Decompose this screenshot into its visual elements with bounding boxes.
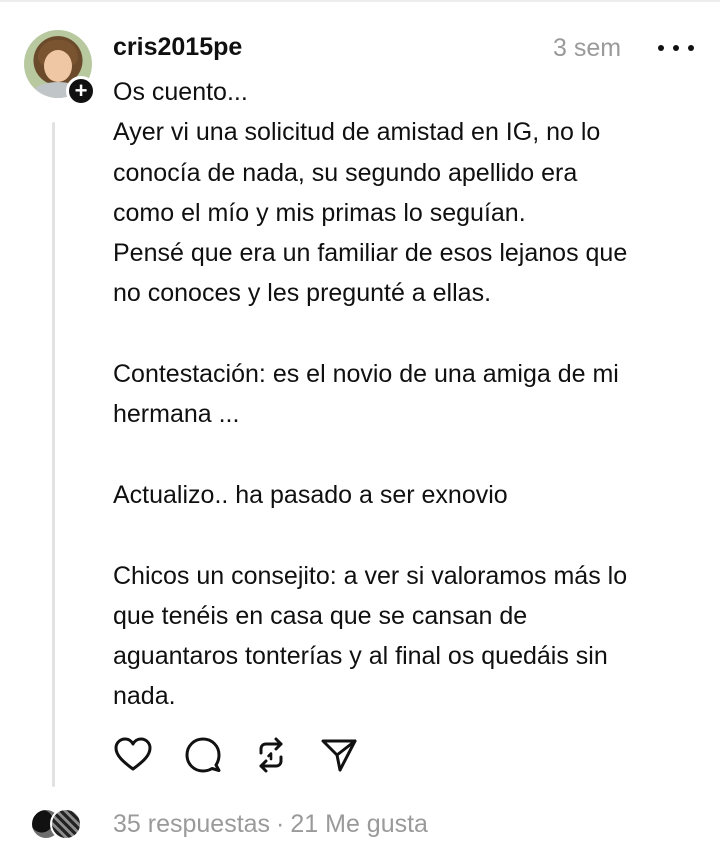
send-icon[interactable] bbox=[319, 735, 359, 775]
repost-icon[interactable] bbox=[251, 735, 291, 775]
stats-separator: · bbox=[276, 810, 285, 838]
heart-icon[interactable] bbox=[113, 735, 153, 775]
post-stats: 35 respuestas · 21 Me gusta bbox=[113, 810, 428, 839]
post-timestamp: 3 sem bbox=[553, 34, 622, 62]
top-divider bbox=[0, 0, 720, 2]
avatar-face bbox=[44, 50, 72, 82]
reply-avatar bbox=[50, 808, 82, 840]
likes-count[interactable]: 21 Me gusta bbox=[290, 810, 428, 838]
comment-icon[interactable] bbox=[183, 735, 223, 775]
more-horizontal-icon[interactable] bbox=[658, 40, 694, 56]
reply-avatars[interactable] bbox=[30, 808, 84, 842]
replies-count[interactable]: 35 respuestas bbox=[113, 810, 270, 838]
follow-plus-icon[interactable]: + bbox=[66, 76, 96, 106]
post-body: Os cuento... Ayer vi una solicitud de am… bbox=[113, 78, 628, 711]
username[interactable]: cris2015pe bbox=[113, 33, 242, 62]
thread-line bbox=[52, 122, 55, 787]
